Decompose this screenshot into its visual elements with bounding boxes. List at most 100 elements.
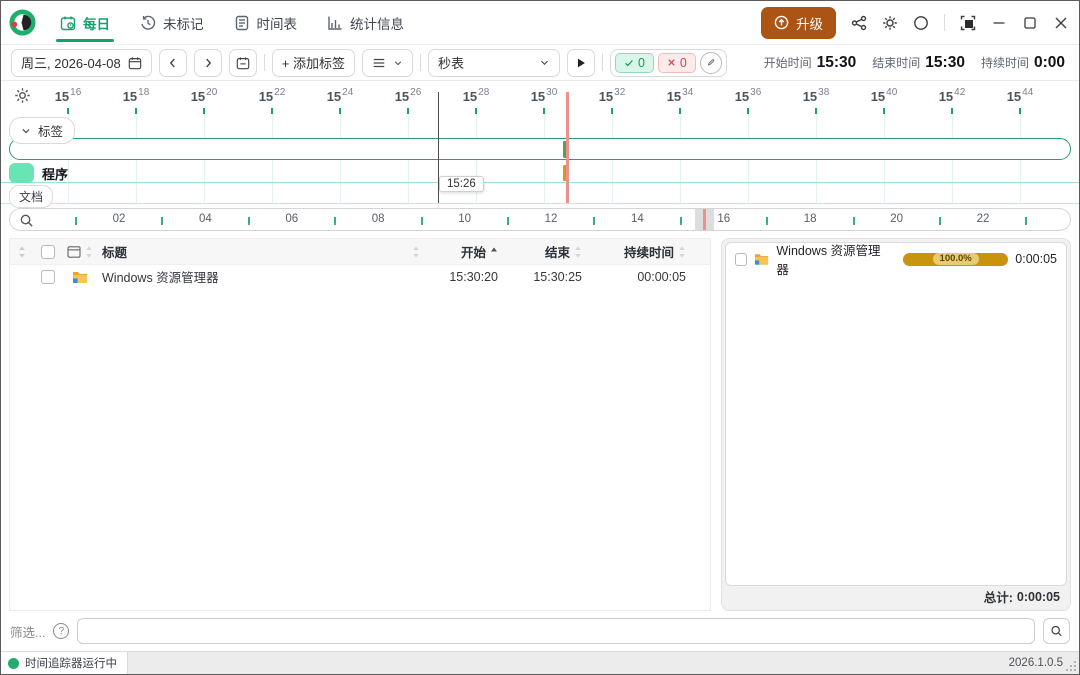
- start-column-label: 开始: [460, 246, 486, 260]
- select-all-checkbox[interactable]: [41, 244, 55, 259]
- status-bar: 时间追踪器运行中 2026.1.0.5: [1, 651, 1079, 674]
- filter-label: 筛选...: [10, 625, 46, 640]
- chevron-right-icon: [205, 58, 211, 67]
- maximize-button[interactable]: [1022, 15, 1038, 31]
- time-stats: 开始时间 15:30 结束时间 15:30 持续时间 0:00: [764, 54, 1069, 72]
- close-button[interactable]: [1053, 15, 1069, 31]
- app-window: 每日 未标记 时间表 统计信息 升级 周三, 2026-04-08 + 添加标签…: [0, 0, 1080, 675]
- items-table-panel: 标题 开始 结束 持续时间 Windows 资源管理器 15:30:20 15:…: [9, 238, 711, 611]
- summary-row-checkbox[interactable]: [735, 252, 748, 266]
- tab-untagged[interactable]: 未标记: [130, 1, 214, 44]
- confirm-count-chip[interactable]: 0: [614, 52, 654, 73]
- logs-row-header[interactable]: 文档: [9, 185, 54, 208]
- summary-row[interactable]: Windows 资源管理器 100.0% 0:00:05: [735, 244, 1057, 277]
- main-tabs: 每日 未标记 时间表 统计信息: [50, 1, 414, 44]
- minimap-hour-label: 22: [976, 213, 990, 225]
- search-button[interactable]: [1043, 618, 1070, 644]
- circle-icon[interactable]: [913, 15, 929, 31]
- row-checkbox[interactable]: [41, 269, 55, 284]
- minimap-tick-mark: [334, 217, 337, 225]
- summary-row-duration: 0:00:05: [1015, 252, 1057, 266]
- table-row[interactable]: Windows 资源管理器 15:30:20 15:30:25 00:00:05: [10, 265, 710, 288]
- share-icon[interactable]: [851, 15, 867, 31]
- end-column-header[interactable]: 结束: [508, 242, 592, 261]
- resize-grip-icon[interactable]: [1065, 660, 1077, 672]
- edit-pencil-button[interactable]: [699, 51, 722, 74]
- today-button[interactable]: [228, 48, 257, 77]
- next-day-button[interactable]: [193, 48, 222, 77]
- title-column-label: 标题: [102, 246, 128, 260]
- titlebar-right: 升级: [761, 6, 1069, 39]
- tab-statistics[interactable]: 统计信息: [317, 1, 414, 44]
- minimap-brush[interactable]: [695, 209, 714, 230]
- confirm-count: 0: [637, 55, 645, 70]
- minimap-tick-mark: [161, 217, 164, 225]
- app-column-header[interactable]: [62, 245, 98, 259]
- minimize-button[interactable]: [991, 15, 1007, 31]
- filter-input[interactable]: [77, 618, 1035, 644]
- timeline-tick-label: 1524: [326, 87, 354, 104]
- row-start: 15:30:20: [449, 269, 498, 284]
- minimap-tick-mark: [507, 217, 509, 225]
- title-column-header[interactable]: 标题: [98, 242, 424, 261]
- upgrade-button[interactable]: 升级: [761, 6, 836, 39]
- minimap-hour-label: 16: [717, 213, 731, 225]
- validation-group: 0 0: [609, 48, 727, 77]
- search-icon: [1051, 625, 1062, 637]
- add-label-button[interactable]: + 添加标签: [271, 48, 355, 77]
- calendar-icon: [128, 56, 141, 69]
- chart-icon: [328, 16, 342, 30]
- date-picker-button[interactable]: 周三, 2026-04-08: [11, 48, 152, 77]
- help-icon[interactable]: ?: [53, 623, 70, 639]
- labels-row-toggle[interactable]: 标签: [9, 117, 76, 144]
- start-column-header[interactable]: 开始: [424, 242, 508, 261]
- minimap-hour-label: 12: [544, 213, 558, 225]
- list-dropdown-button[interactable]: [361, 48, 413, 77]
- prev-day-button[interactable]: [158, 48, 187, 77]
- apps-row-header[interactable]: 程序: [9, 163, 68, 183]
- timeline[interactable]: 1516 1518 1520 1522 1524 1526 1528 1530 1532 1534…: [1, 81, 1079, 233]
- minimap-timeline[interactable]: 02 04 06 08 10 12 14 16 18 20 22: [9, 208, 1071, 231]
- reject-count-chip[interactable]: 0: [657, 52, 696, 73]
- minimap-hour-label: 20: [890, 213, 903, 225]
- calendar-icon: [60, 16, 76, 30]
- title-bar: 每日 未标记 时间表 统计信息 升级: [1, 1, 1079, 45]
- tab-label: 时间表: [256, 16, 298, 32]
- minimap-tick-mark: [420, 217, 423, 225]
- minimap-tick-mark: [75, 217, 77, 225]
- minimap-hour-label: 02: [112, 213, 126, 225]
- tracker-status-chip: 时间追踪器运行中: [1, 652, 128, 674]
- play-button[interactable]: [566, 48, 595, 77]
- minimap-hour-label: 08: [371, 213, 385, 225]
- check-icon: [625, 59, 633, 66]
- duration-column-header[interactable]: 持续时间: [592, 242, 696, 261]
- tracker-select[interactable]: 秒表: [427, 48, 560, 77]
- calendar-today-icon: [236, 56, 249, 69]
- duration-value: 0:00: [1033, 53, 1065, 71]
- labels-track[interactable]: [9, 138, 1071, 160]
- divider: [601, 54, 603, 71]
- minimap-tick-mark: [1025, 217, 1028, 225]
- settings-gear-icon[interactable]: [882, 15, 898, 31]
- minimap-tick-mark: [852, 217, 855, 225]
- tab-timetable[interactable]: 时间表: [224, 1, 308, 44]
- tab-daily[interactable]: 每日: [50, 1, 120, 44]
- duration-label: 持续时间: [980, 55, 1029, 70]
- window-icon: [67, 245, 81, 258]
- chevron-down-icon: [540, 60, 548, 65]
- timeline-tick-label: 1544: [1006, 87, 1034, 104]
- zoom-search-icon[interactable]: [19, 213, 34, 230]
- compact-mode-icon[interactable]: [960, 15, 976, 31]
- timeline-tick-label: 1532: [598, 87, 626, 104]
- expand-column-sorter[interactable]: [10, 245, 34, 259]
- timeline-settings-gear-icon[interactable]: [14, 87, 31, 109]
- divider: [944, 14, 945, 31]
- filter-bar: 筛选... ?: [1, 611, 1079, 651]
- usage-progress-bar: 100.0%: [903, 252, 1009, 266]
- timeline-tick-label: 1534: [666, 87, 694, 104]
- summary-total: 总计: 0:00:05: [725, 586, 1067, 607]
- chevron-left-icon: [169, 58, 175, 67]
- minimap-tick-mark: [247, 217, 250, 225]
- timeline-tick-label: 1536: [734, 87, 762, 104]
- history-icon: [141, 15, 156, 30]
